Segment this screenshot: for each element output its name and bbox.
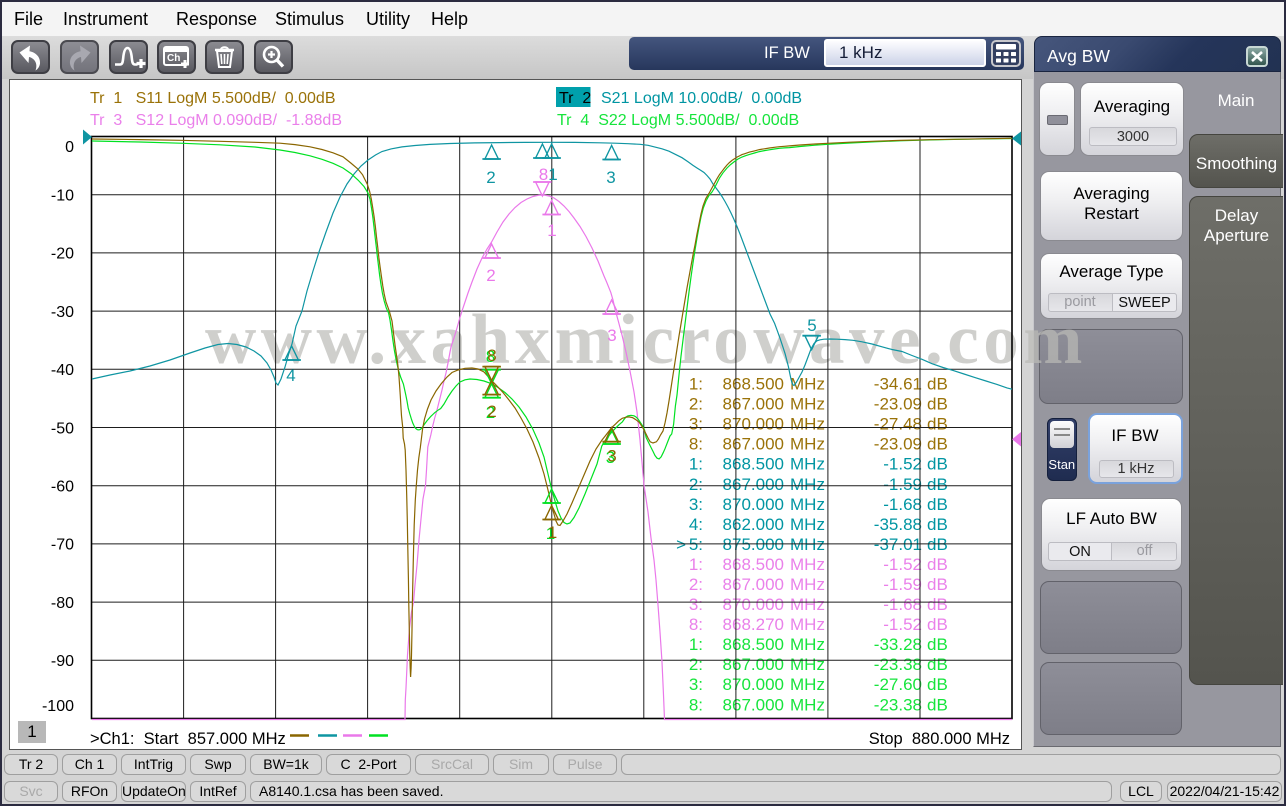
svg-text:Ch: Ch	[167, 53, 180, 64]
